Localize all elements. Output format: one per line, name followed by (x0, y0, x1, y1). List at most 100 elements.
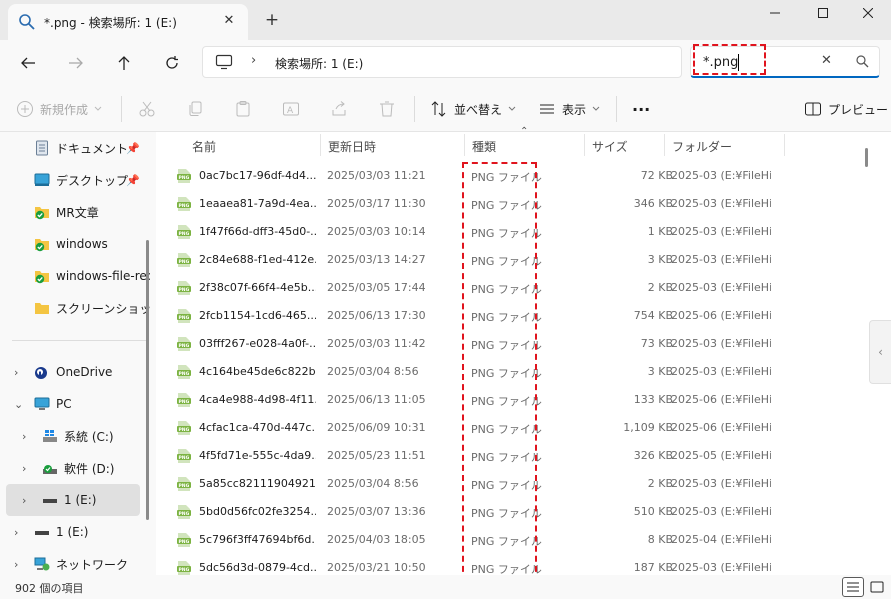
forward-button[interactable] (62, 49, 90, 77)
sidebar-item-desktop[interactable]: デスクトップ 📌 (0, 164, 150, 196)
column-type[interactable]: 種類 (472, 138, 496, 155)
toolbar-divider (616, 96, 617, 122)
file-folder: 2025-03 (E:¥FileHi... (671, 281, 771, 294)
sidebar-item-screenshots[interactable]: スクリーンショット (0, 292, 150, 324)
back-button[interactable] (14, 49, 42, 77)
breadcrumb-separator[interactable]: › (251, 53, 256, 68)
chevron-right-icon[interactable]: › (22, 430, 26, 443)
column-folder[interactable]: フォルダー (672, 138, 732, 155)
copy-icon (189, 101, 202, 116)
file-name[interactable]: 4ca4e988-4d98-4f11... (199, 393, 316, 406)
sidebar-item-drive-d[interactable]: › 軟件 (D:) (0, 452, 150, 484)
copy-button[interactable] (186, 96, 204, 122)
sidebar-divider (12, 340, 148, 341)
pin-icon[interactable]: 📌 (126, 174, 140, 187)
sidebar-item-drive-e[interactable]: › 1 (E:) (0, 516, 150, 548)
sidebar-item-mr[interactable]: MR文章 (0, 196, 150, 228)
svg-text:PNG: PNG (179, 511, 190, 517)
chevron-right-icon[interactable]: › (14, 366, 18, 379)
column-divider[interactable] (784, 134, 785, 156)
sidebar-item-drive-e-selected[interactable]: › 1 (E:) (6, 484, 140, 516)
chevron-right-icon[interactable]: › (14, 558, 18, 571)
tab-active[interactable]: *.png - 検索場所: 1 (E:) ✕ (8, 4, 248, 40)
clear-search-icon[interactable]: ✕ (821, 53, 832, 68)
file-size: 2 KB (647, 477, 673, 490)
chevron-down-icon (508, 106, 516, 111)
file-name[interactable]: 4c164be45de6c822b... (199, 365, 316, 378)
sidebar-scrollbar[interactable] (146, 240, 149, 520)
column-divider[interactable] (464, 134, 465, 156)
new-tab-button[interactable]: + (262, 10, 282, 30)
drive-icon (43, 465, 57, 474)
sidebar-item-drive-c[interactable]: › 系統 (C:) (0, 420, 150, 452)
paste-button[interactable] (234, 96, 252, 122)
cut-button[interactable] (138, 96, 156, 122)
arrow-right-icon (69, 57, 83, 69)
file-name[interactable]: 0ac7bc17-96df-4d4... (199, 169, 316, 182)
column-divider[interactable] (320, 134, 321, 156)
png-file-icon: PNG (177, 477, 191, 491)
chevron-down-icon (94, 106, 102, 111)
details-view-button[interactable] (842, 577, 864, 597)
file-name[interactable]: 1eaaea81-7a9d-4ea... (199, 197, 316, 210)
details-pane-toggle[interactable]: ‹ (869, 320, 891, 384)
file-name[interactable]: 4f5fd71e-555c-4da9... (199, 449, 316, 462)
column-size[interactable]: サイズ (592, 138, 628, 155)
sidebar-item-windows-file-rec[interactable]: windows-file-rec (0, 260, 150, 292)
tiles-view-button[interactable] (866, 577, 888, 597)
rename-button[interactable]: A (282, 96, 300, 122)
file-size: 346 KB (633, 197, 673, 210)
share-button[interactable] (330, 96, 348, 122)
chevron-right-icon[interactable]: › (14, 526, 18, 539)
chevron-right-icon[interactable]: › (22, 494, 26, 507)
sidebar-item-pc[interactable]: ⌄ PC (0, 388, 150, 420)
address-bar[interactable]: › 検索場所: 1 (E:) (202, 46, 682, 78)
file-size: 72 KB (640, 169, 673, 182)
close-window-button[interactable] (845, 0, 891, 26)
svg-text:PNG: PNG (179, 203, 190, 209)
more-options-button[interactable]: ··· (632, 96, 650, 122)
new-button[interactable]: 新規作成 (16, 96, 102, 122)
close-tab-icon[interactable]: ✕ (220, 12, 238, 30)
file-folder: 2025-03 (E:¥FileHi... (671, 561, 771, 574)
file-name[interactable]: 5dc56d3d-0879-4cd... (199, 561, 316, 574)
search-icon[interactable] (855, 54, 869, 68)
file-date: 2025/06/09 10:31 (327, 421, 426, 434)
column-divider[interactable] (584, 134, 585, 156)
file-name[interactable]: 2f38c07f-66f4-4e5b... (199, 281, 316, 294)
item-count: 902 個の項目 (15, 582, 84, 595)
minimize-button[interactable] (752, 0, 798, 26)
file-size: 510 KB (633, 505, 673, 518)
command-bar: 新規作成 A 並べ替え 表示 ··· プレビュー (0, 86, 891, 132)
up-button[interactable] (110, 49, 138, 77)
column-date[interactable]: 更新日時 (328, 138, 376, 155)
file-name[interactable]: 4cfac1ca-470d-447c... (199, 421, 316, 434)
breadcrumb-location[interactable]: 検索場所: 1 (E:) (275, 55, 363, 72)
status-bar: 902 個の項目 (0, 575, 891, 599)
sidebar-item-documents[interactable]: ドキュメント 📌 (0, 132, 150, 164)
pin-icon[interactable]: 📌 (126, 142, 140, 155)
delete-button[interactable] (378, 96, 396, 122)
maximize-button[interactable] (800, 0, 846, 26)
sidebar-item-windows[interactable]: windows (0, 228, 150, 260)
chevron-down-icon[interactable]: ⌄ (14, 398, 23, 411)
file-folder: 2025-03 (E:¥FileHi... (671, 477, 771, 490)
file-name[interactable]: 1f47f66d-dff3-45d0-... (199, 225, 316, 238)
view-button[interactable]: 表示 (538, 96, 600, 122)
chevron-right-icon[interactable]: › (22, 462, 26, 475)
file-name[interactable]: 5bd0d56fc02fe3254... (199, 505, 316, 518)
png-file-icon: PNG (177, 449, 191, 463)
preview-button[interactable]: プレビュー (804, 96, 888, 122)
column-divider[interactable] (664, 134, 665, 156)
file-name[interactable]: 03fff267-e028-4a0f-... (199, 337, 316, 350)
refresh-button[interactable] (158, 49, 186, 77)
content-scrollbar[interactable] (865, 148, 868, 167)
column-name[interactable]: 名前 (192, 138, 216, 155)
sidebar-item-onedrive[interactable]: › OneDrive (0, 356, 150, 388)
sidebar-item-label: 系統 (C:) (64, 429, 114, 444)
file-name[interactable]: 5a85cc82111904921... (199, 477, 316, 490)
file-name[interactable]: 5c796f3ff47694bf6d... (199, 533, 316, 546)
sort-button[interactable]: 並べ替え (430, 96, 516, 122)
file-name[interactable]: 2c84e688-f1ed-412e... (199, 253, 316, 266)
file-name[interactable]: 2fcb1154-1cd6-465... (199, 309, 316, 322)
